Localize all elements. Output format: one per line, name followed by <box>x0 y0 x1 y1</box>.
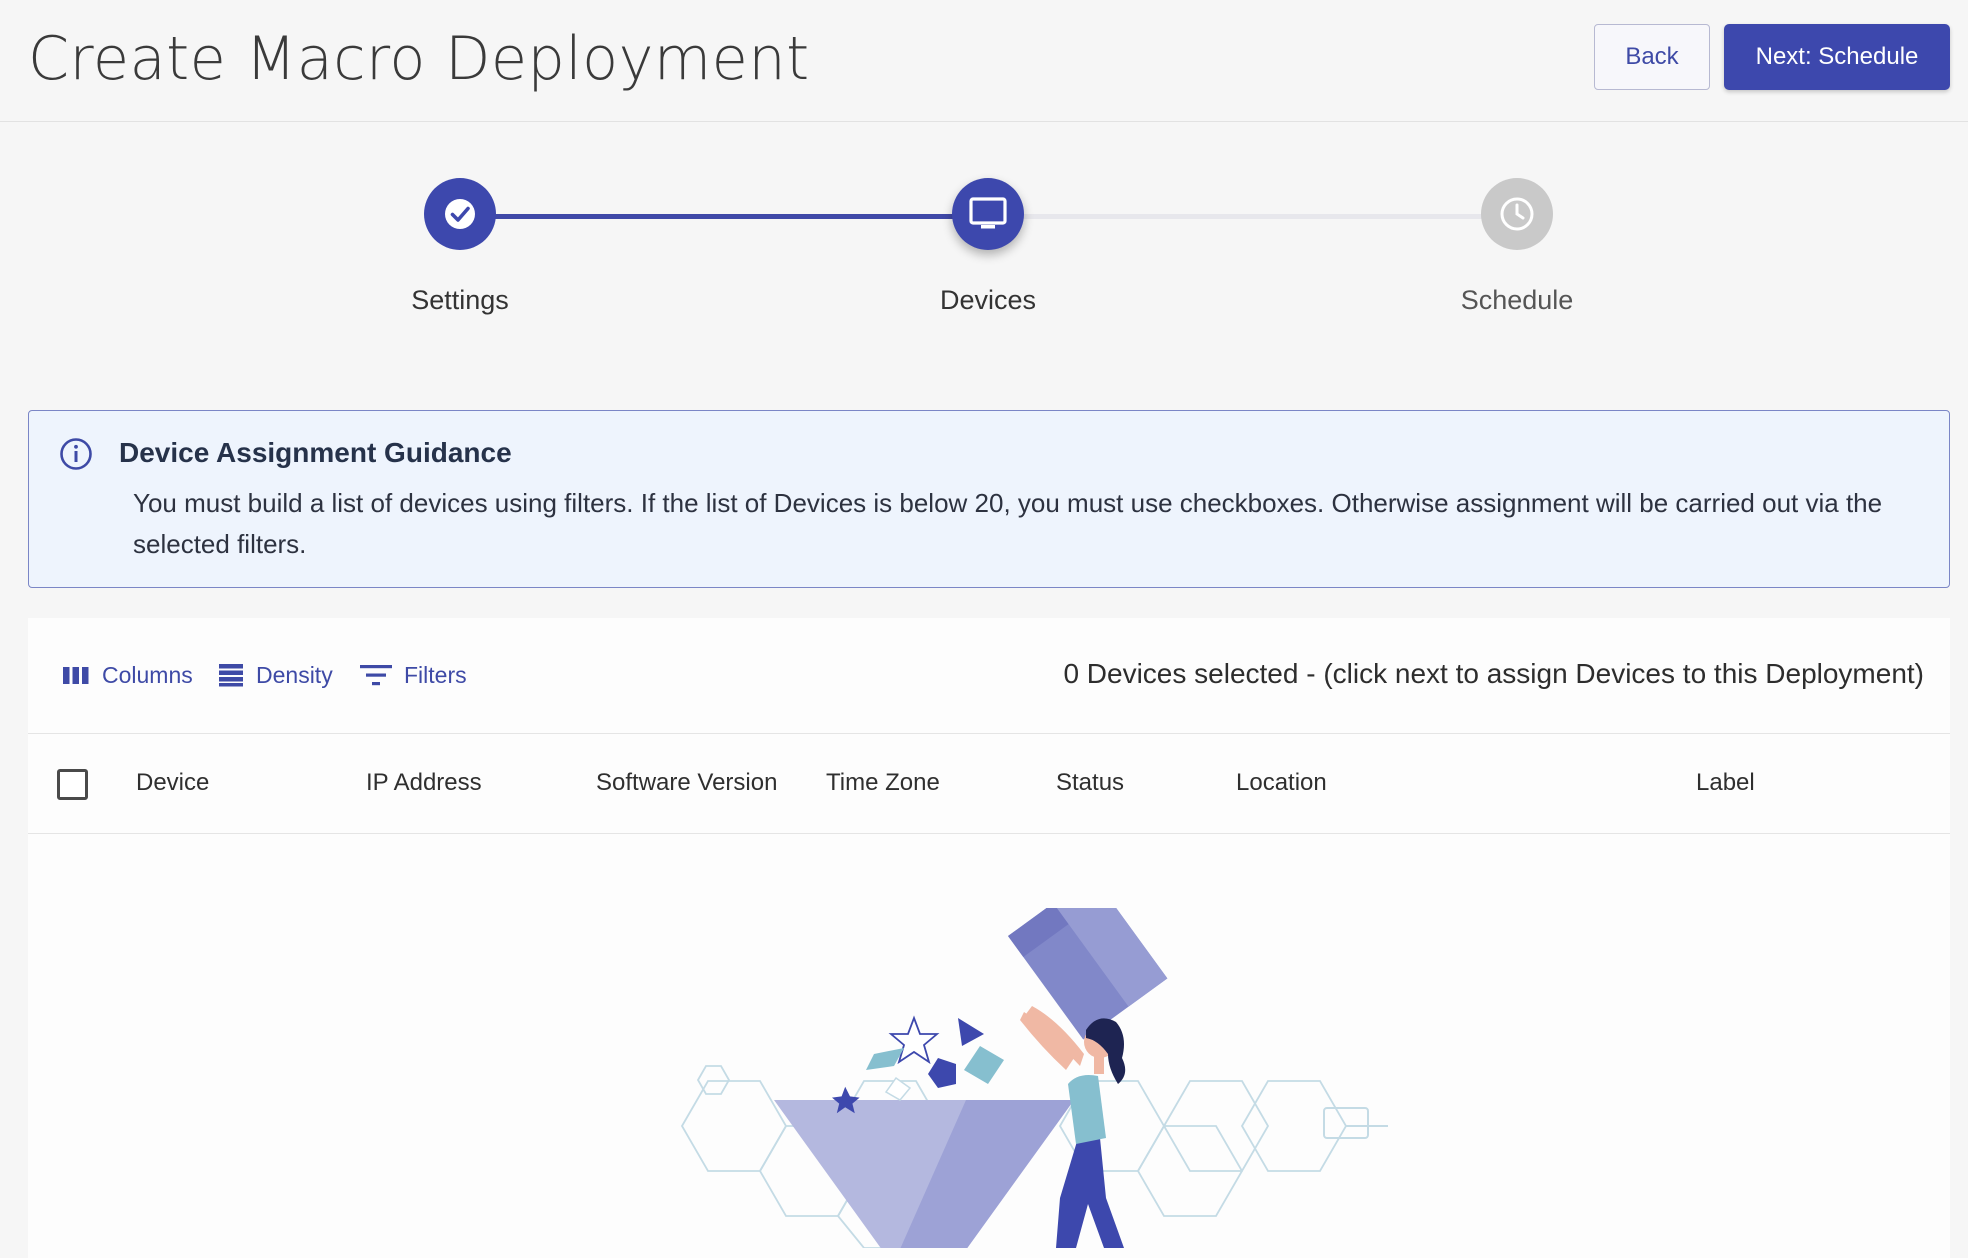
step-devices-indicator[interactable] <box>952 178 1024 250</box>
step-schedule-indicator[interactable] <box>1481 178 1553 250</box>
devices-table-card: Columns Density Filters 0 Devices select… <box>28 618 1950 1258</box>
info-icon <box>60 438 92 470</box>
column-header-label[interactable]: Label <box>1696 769 1755 797</box>
step-label-settings: Settings <box>411 285 509 315</box>
filters-button[interactable]: Filters <box>360 658 467 692</box>
filter-icon <box>360 665 392 686</box>
next-schedule-button[interactable]: Next: Schedule <box>1724 24 1950 90</box>
column-header-ip-address[interactable]: IP Address <box>366 769 482 797</box>
column-header-device[interactable]: Device <box>136 769 209 797</box>
table-header-row: Device IP Address Software Version Time … <box>28 734 1950 834</box>
guidance-alert: Device Assignment Guidance You must buil… <box>28 410 1950 588</box>
page-title: Create Macro Deployment <box>28 24 810 94</box>
guidance-text: You must build a list of devices using f… <box>133 488 1883 559</box>
select-all-checkbox[interactable] <box>57 769 88 800</box>
step-label-devices: Devices <box>939 285 1037 315</box>
table-toolbar: Columns Density Filters 0 Devices select… <box>28 618 1950 734</box>
selection-status: 0 Devices selected - (click next to assi… <box>1063 658 1924 689</box>
back-button[interactable]: Back <box>1594 24 1710 90</box>
step-connector-pending <box>988 214 1516 219</box>
columns-label: Columns <box>102 661 193 688</box>
clock-icon <box>1500 197 1534 231</box>
column-header-status[interactable]: Status <box>1056 769 1124 797</box>
guidance-title: Device Assignment Guidance <box>119 437 512 468</box>
column-header-time-zone[interactable]: Time Zone <box>826 769 940 797</box>
columns-button[interactable]: Columns <box>62 658 193 692</box>
column-header-software-version[interactable]: Software Version <box>596 769 777 797</box>
page-header: Create Macro Deployment Back Next: Sched… <box>0 0 1968 122</box>
column-header-location[interactable]: Location <box>1236 769 1327 797</box>
filters-label: Filters <box>404 661 467 688</box>
step-label-schedule: Schedule <box>1460 285 1574 315</box>
density-button[interactable]: Density <box>218 658 333 692</box>
empty-state-illustration <box>680 908 1388 1248</box>
density-label: Density <box>256 661 333 688</box>
step-settings-indicator[interactable] <box>424 178 496 250</box>
step-connector-completed <box>460 214 988 219</box>
check-icon <box>445 199 475 229</box>
columns-icon <box>63 667 89 684</box>
density-icon <box>219 664 243 687</box>
deployment-stepper: Settings Devices Schedule <box>0 122 1968 382</box>
monitor-icon <box>969 197 1007 229</box>
